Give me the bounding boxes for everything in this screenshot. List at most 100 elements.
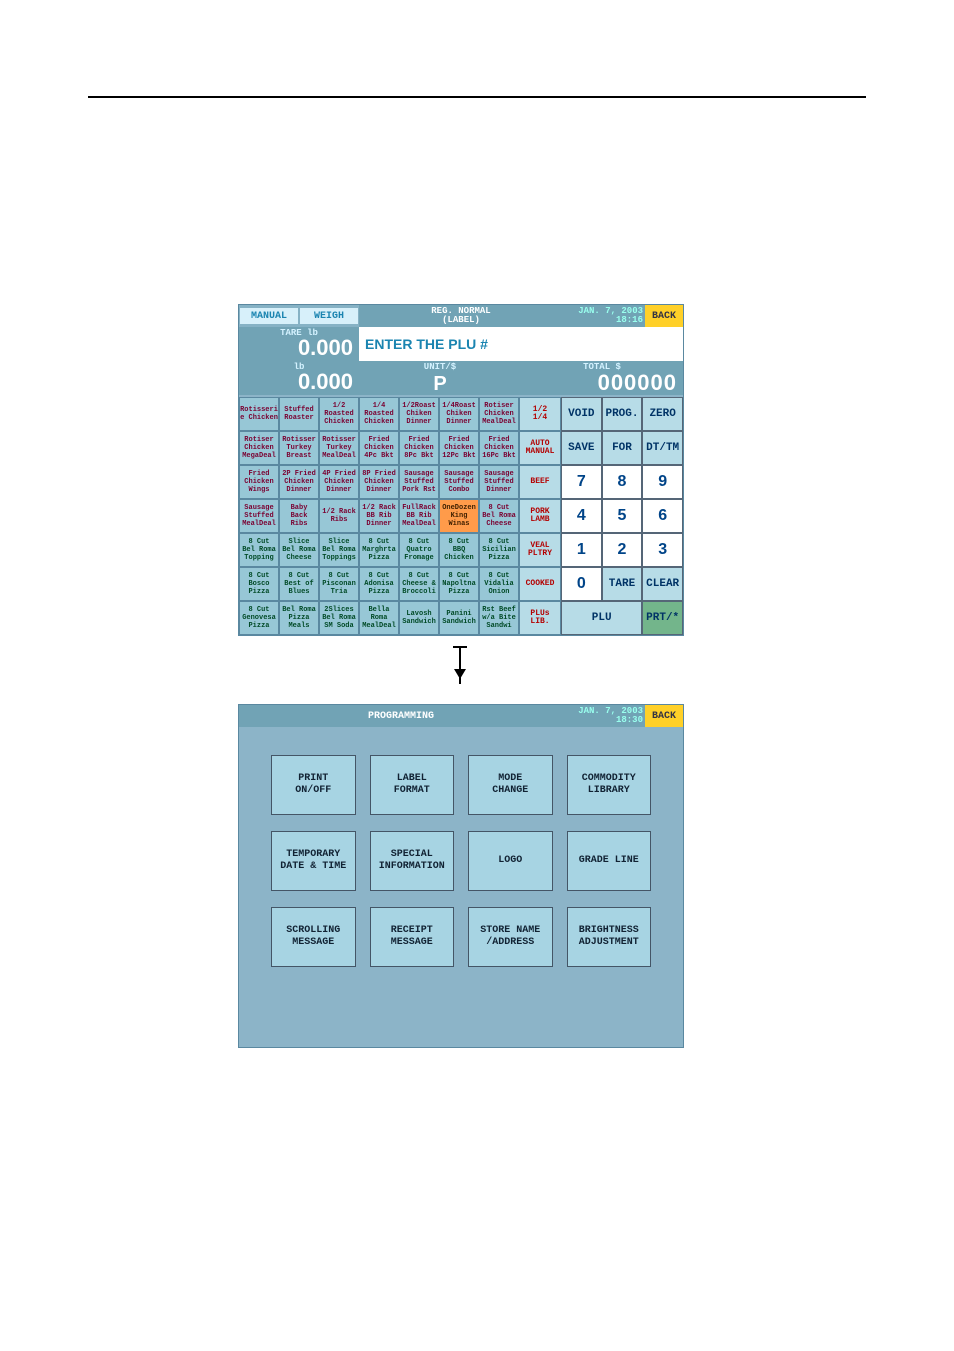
manual-tab[interactable]: MANUAL bbox=[240, 308, 298, 324]
back-button[interactable]: BACK bbox=[645, 305, 683, 327]
plu-key[interactable]: PLU bbox=[561, 601, 642, 635]
tare-key[interactable]: TARE bbox=[602, 567, 643, 601]
plu-item[interactable]: 8 CutBoscoPizza bbox=[239, 567, 279, 601]
plu-item[interactable]: 8 CutMarghrtaPizza bbox=[359, 533, 399, 567]
save-key[interactable]: SAVE bbox=[561, 431, 602, 465]
plu-item[interactable]: 8 CutPisconanTria bbox=[319, 567, 359, 601]
plu-item[interactable]: FriedChicken8Pc Bkt bbox=[399, 431, 439, 465]
plu-item[interactable]: 8 CutBel RomaTopping bbox=[239, 533, 279, 567]
program-button[interactable]: MODECHANGE bbox=[468, 755, 553, 815]
program-button[interactable]: GRADE LINE bbox=[567, 831, 652, 891]
clear-key[interactable]: CLEAR bbox=[642, 567, 683, 601]
plu-item[interactable]: 4P FriedChickenDinner bbox=[319, 465, 359, 499]
program-button[interactable]: BRIGHTNESSADJUSTMENT bbox=[567, 907, 652, 967]
plu-item[interactable]: RotisserTurkeyMealDeal bbox=[319, 431, 359, 465]
category-button[interactable]: 1/21/4 bbox=[519, 397, 561, 431]
plu-item[interactable]: 1/2 RackBB RibDinner bbox=[359, 499, 399, 533]
plu-item[interactable]: 8 CutNapoltnaPizza bbox=[439, 567, 479, 601]
plu-item[interactable]: 1/2 RackRibs bbox=[319, 499, 359, 533]
plu-item[interactable]: OneDozenKingWinas bbox=[439, 499, 479, 533]
plu-item[interactable]: 8 CutCheese &Broccoli bbox=[399, 567, 439, 601]
digit-key[interactable]: 4 bbox=[561, 499, 602, 533]
plu-item[interactable]: SausageStuffedPork Rst bbox=[399, 465, 439, 499]
program-button[interactable]: SPECIALINFORMATION bbox=[370, 831, 455, 891]
plu-item[interactable]: 8 CutSicilianPizza bbox=[479, 533, 519, 567]
plu-item[interactable]: Rst Beefw/a BiteSandwi bbox=[479, 601, 519, 635]
category-button[interactable]: PLUsLIB. bbox=[519, 601, 561, 635]
zero-key[interactable]: ZERO bbox=[642, 397, 683, 431]
plu-item[interactable]: SausageStuffedDinner bbox=[479, 465, 519, 499]
plu-item[interactable]: 8 CutQuatroFromage bbox=[399, 533, 439, 567]
plu-item[interactable]: 2P FriedChickenDinner bbox=[279, 465, 319, 499]
digit-key[interactable]: 8 bbox=[602, 465, 643, 499]
plu-item[interactable]: Bel RomaPizzaMeals bbox=[279, 601, 319, 635]
digit-key[interactable]: 6 bbox=[642, 499, 683, 533]
plu-item[interactable]: FriedChicken4Pc Bkt bbox=[359, 431, 399, 465]
digit-key[interactable]: 1 bbox=[561, 533, 602, 567]
plu-item[interactable]: Rotisserie Chicken bbox=[239, 397, 279, 431]
plu-item[interactable]: 1/4RoastChikenDinner bbox=[439, 397, 479, 431]
plu-item[interactable]: SausageStuffedCombo bbox=[439, 465, 479, 499]
flow-arrow bbox=[459, 648, 461, 684]
plu-item[interactable]: SausageStuffedMealDeal bbox=[239, 499, 279, 533]
void-key[interactable]: VOID bbox=[561, 397, 602, 431]
reg-line2: (LABEL) bbox=[442, 316, 480, 325]
category-button[interactable]: VEALPLTRY bbox=[519, 533, 561, 567]
plu-item[interactable]: FriedChickenWings bbox=[239, 465, 279, 499]
plu-item[interactable]: SliceBel RomaToppings bbox=[319, 533, 359, 567]
plu-item[interactable]: FriedChicken16Pc Bkt bbox=[479, 431, 519, 465]
plu-item[interactable]: 1/4RoastedChicken bbox=[359, 397, 399, 431]
plu-item[interactable]: 8P FriedChickenDinner bbox=[359, 465, 399, 499]
digit-key[interactable]: 0 bbox=[561, 567, 602, 601]
back-button[interactable]: BACK bbox=[645, 705, 683, 727]
for-key[interactable]: FOR bbox=[602, 431, 643, 465]
status-bar: MANUAL WEIGH REG. NORMAL (LABEL) JAN. 7,… bbox=[239, 305, 683, 327]
programming-grid: PRINTON/OFFLABELFORMATMODECHANGECOMMODIT… bbox=[271, 755, 651, 967]
unit-value: P bbox=[359, 373, 521, 396]
plu-item[interactable]: 8 CutBest ofBlues bbox=[279, 567, 319, 601]
datetime: JAN. 7, 2003 18:16 bbox=[563, 305, 645, 327]
plu-item[interactable]: LavoshSandwich bbox=[399, 601, 439, 635]
plu-item[interactable]: 2SlicesBel RomaSM Soda bbox=[319, 601, 359, 635]
plu-item[interactable]: RotiserChickenMegaDeal bbox=[239, 431, 279, 465]
category-button[interactable]: AUTOMANUAL bbox=[519, 431, 561, 465]
plu-item[interactable]: 8 CutBBQChicken bbox=[439, 533, 479, 567]
digit-key[interactable]: 9 bbox=[642, 465, 683, 499]
plu-item[interactable]: RotiserChickenMealDeal bbox=[479, 397, 519, 431]
weigh-tab[interactable]: WEIGH bbox=[300, 308, 358, 324]
program-button[interactable]: LOGO bbox=[468, 831, 553, 891]
plu-item[interactable]: 1/2RoastChikenDinner bbox=[399, 397, 439, 431]
plu-item[interactable]: StuffedRoaster bbox=[279, 397, 319, 431]
program-button[interactable]: PRINTON/OFF bbox=[271, 755, 356, 815]
category-button[interactable]: PORKLAMB bbox=[519, 499, 561, 533]
plu-item[interactable]: 1/2RoastedChicken bbox=[319, 397, 359, 431]
plu-prompt[interactable]: ENTER THE PLU # bbox=[359, 327, 683, 361]
dt-tm-key[interactable]: DT/TM bbox=[642, 431, 683, 465]
program-button[interactable]: LABELFORMAT bbox=[370, 755, 455, 815]
plu-item[interactable]: PaniniSandwich bbox=[439, 601, 479, 635]
digit-key[interactable]: 7 bbox=[561, 465, 602, 499]
prog--key[interactable]: PROG. bbox=[602, 397, 643, 431]
category-button[interactable]: BEEF bbox=[519, 465, 561, 499]
category-button[interactable]: COOKED bbox=[519, 567, 561, 601]
plu-item[interactable]: 8 CutBel RomaCheese bbox=[479, 499, 519, 533]
program-button[interactable]: SCROLLINGMESSAGE bbox=[271, 907, 356, 967]
prt--key[interactable]: PRT/* bbox=[642, 601, 683, 635]
digit-key[interactable]: 5 bbox=[602, 499, 643, 533]
plu-item[interactable]: 8 CutGenovesaPizza bbox=[239, 601, 279, 635]
program-button[interactable]: STORE NAME/ADDRESS bbox=[468, 907, 553, 967]
plu-item[interactable]: RotisserTurkeyBreast bbox=[279, 431, 319, 465]
plu-item[interactable]: FullRackBB RibMealDeal bbox=[399, 499, 439, 533]
program-button[interactable]: COMMODITYLIBRARY bbox=[567, 755, 652, 815]
digit-key[interactable]: 3 bbox=[642, 533, 683, 567]
unit-label: UNIT/$ bbox=[359, 362, 521, 372]
plu-item[interactable]: 8 CutVidaliaOnion bbox=[479, 567, 519, 601]
digit-key[interactable]: 2 bbox=[602, 533, 643, 567]
plu-item[interactable]: BabyBackRibs bbox=[279, 499, 319, 533]
plu-item[interactable]: FriedChicken12Pc Bkt bbox=[439, 431, 479, 465]
plu-item[interactable]: BellaRomaMealDeal bbox=[359, 601, 399, 635]
program-button[interactable]: RECEIPTMESSAGE bbox=[370, 907, 455, 967]
plu-item[interactable]: SliceBel RomaCheese bbox=[279, 533, 319, 567]
plu-item[interactable]: 8 CutAdonisaPizza bbox=[359, 567, 399, 601]
program-button[interactable]: TEMPORARYDATE & TIME bbox=[271, 831, 356, 891]
